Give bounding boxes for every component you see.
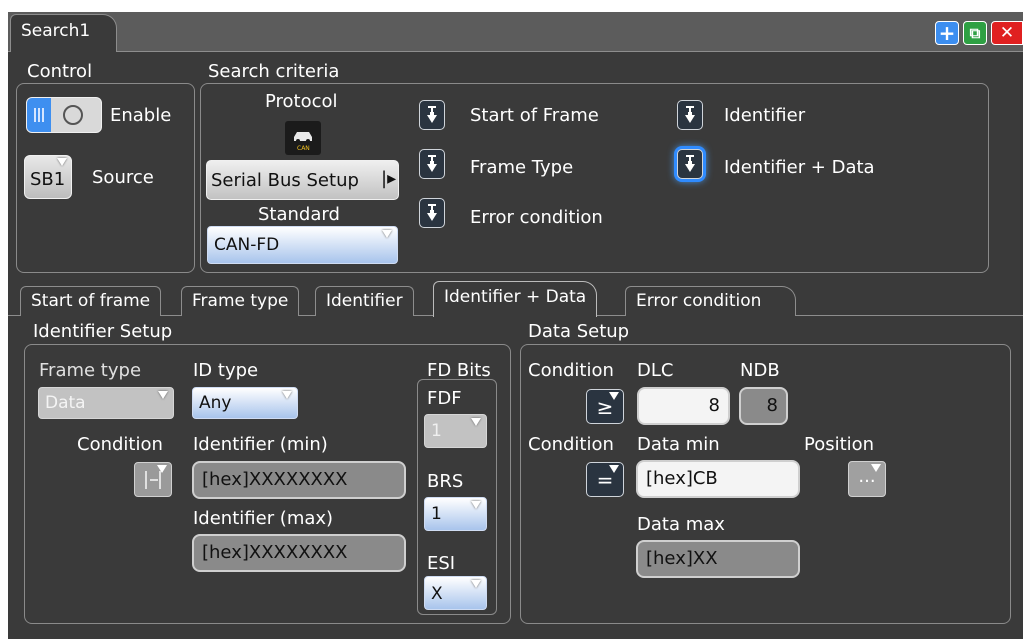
frame-type-dropdown[interactable]: Data (38, 387, 174, 419)
window-title-tab[interactable]: Search1 (10, 14, 117, 52)
arrow-right-icon: |▸ (381, 168, 397, 189)
fdf-dropdown[interactable]: 1 (424, 414, 487, 448)
brs-label: BRS (427, 471, 464, 492)
data-setup-heading: Data Setup (528, 321, 630, 342)
add-icon[interactable]: + (935, 21, 959, 45)
identifier-min-input[interactable]: [hex]XXXXXXXX (192, 461, 406, 499)
frame-type-button[interactable] (419, 149, 445, 179)
identifier-condition-label: Condition (77, 434, 163, 455)
copy-icon[interactable]: ⧉ (963, 21, 987, 45)
dropdown-marker-icon (871, 464, 881, 472)
close-icon[interactable]: ✕ (991, 21, 1023, 45)
standard-dropdown[interactable]: CAN-FD (207, 226, 398, 264)
tab-frame-type[interactable]: Frame type (181, 286, 300, 316)
start-of-frame-label: Start of Frame (470, 105, 599, 126)
serial-bus-setup-button[interactable]: Serial Bus Setup |▸ (206, 160, 399, 200)
fdf-label: FDF (427, 388, 462, 409)
source-button[interactable]: SB1 (24, 155, 72, 199)
dropdown-marker-icon (471, 580, 481, 588)
identifier-min-label: Identifier (min) (193, 434, 328, 455)
start-of-frame-button[interactable] (419, 100, 445, 130)
dropdown-marker-icon (609, 465, 619, 473)
error-condition-label: Error condition (470, 207, 603, 228)
dropdown-marker-icon (382, 230, 392, 238)
dropdown-marker-icon (282, 391, 292, 399)
dropdown-marker-icon (609, 392, 619, 400)
esi-label: ESI (427, 553, 456, 574)
ndb-value: 8 (739, 387, 788, 425)
trigger-icon (685, 106, 695, 123)
fd-bits-label: FD Bits (427, 360, 491, 381)
identifier-max-input[interactable]: [hex]XXXXXXXX (192, 534, 406, 572)
dropdown-marker-icon (471, 418, 481, 426)
trigger-icon (427, 155, 437, 172)
identifier-button[interactable] (677, 100, 703, 130)
source-value: SB1 (30, 169, 66, 190)
id-type-label: ID type (193, 360, 259, 381)
identifier-condition-button[interactable] (134, 462, 172, 497)
dlc-condition-button[interactable]: ≥ (586, 389, 624, 424)
tab-identifier[interactable]: Identifier (315, 286, 414, 316)
window-title: Search1 (21, 21, 91, 41)
brs-dropdown[interactable]: 1 (424, 497, 487, 531)
data-max-label: Data max (637, 514, 725, 535)
trigger-icon (427, 204, 437, 221)
dropdown-marker-icon (157, 465, 167, 473)
toggle-knob-icon (63, 105, 83, 125)
tab-error-condition[interactable]: Error condition (625, 286, 796, 316)
identifier-data-label: Identifier + Data (724, 157, 875, 178)
identifier-label: Identifier (724, 105, 806, 126)
identifier-data-button[interactable] (677, 149, 703, 179)
enable-label: Enable (110, 105, 172, 126)
toggle-on-side (27, 98, 51, 132)
dropdown-marker-icon (57, 158, 67, 166)
identifier-max-label: Identifier (max) (193, 508, 334, 529)
data-condition2-label: Condition (528, 434, 614, 455)
ndb-label: NDB (740, 360, 780, 381)
data-max-input[interactable]: [hex]XX (636, 540, 800, 578)
dlc-label: DLC (637, 360, 674, 381)
dropdown-marker-icon (471, 501, 481, 509)
esi-dropdown[interactable]: X (424, 576, 487, 610)
trigger-icon (685, 155, 695, 172)
error-condition-button[interactable] (419, 198, 445, 228)
data-min-label: Data min (637, 434, 720, 455)
dlc-input[interactable]: 8 (637, 387, 730, 425)
data-condition1-label: Condition (528, 360, 614, 381)
id-type-dropdown[interactable]: Any (192, 387, 298, 419)
standard-value: CAN-FD (214, 235, 280, 255)
position-button[interactable]: ... (848, 461, 886, 497)
trigger-icon (427, 106, 437, 123)
protocol-label: Protocol (265, 91, 338, 112)
can-protocol-icon: CAN (285, 121, 321, 155)
position-label: Position (804, 434, 875, 455)
frame-type-label: Frame Type (470, 157, 574, 178)
identifier-setup-heading: Identifier Setup (33, 321, 173, 342)
search-criteria-heading: Search criteria (208, 61, 340, 82)
frame-type-field-label: Frame type (39, 360, 142, 381)
data-min-input[interactable]: [hex]CB (636, 460, 800, 498)
source-label: Source (92, 167, 154, 188)
standard-label: Standard (258, 204, 340, 225)
tab-identifier-data[interactable]: Identifier + Data (433, 281, 598, 317)
dropdown-marker-icon (158, 391, 168, 399)
tab-start-of-frame[interactable]: Start of frame (20, 286, 162, 316)
data-condition-button[interactable]: = (586, 462, 624, 497)
control-heading: Control (27, 61, 93, 82)
enable-toggle[interactable] (26, 97, 102, 133)
